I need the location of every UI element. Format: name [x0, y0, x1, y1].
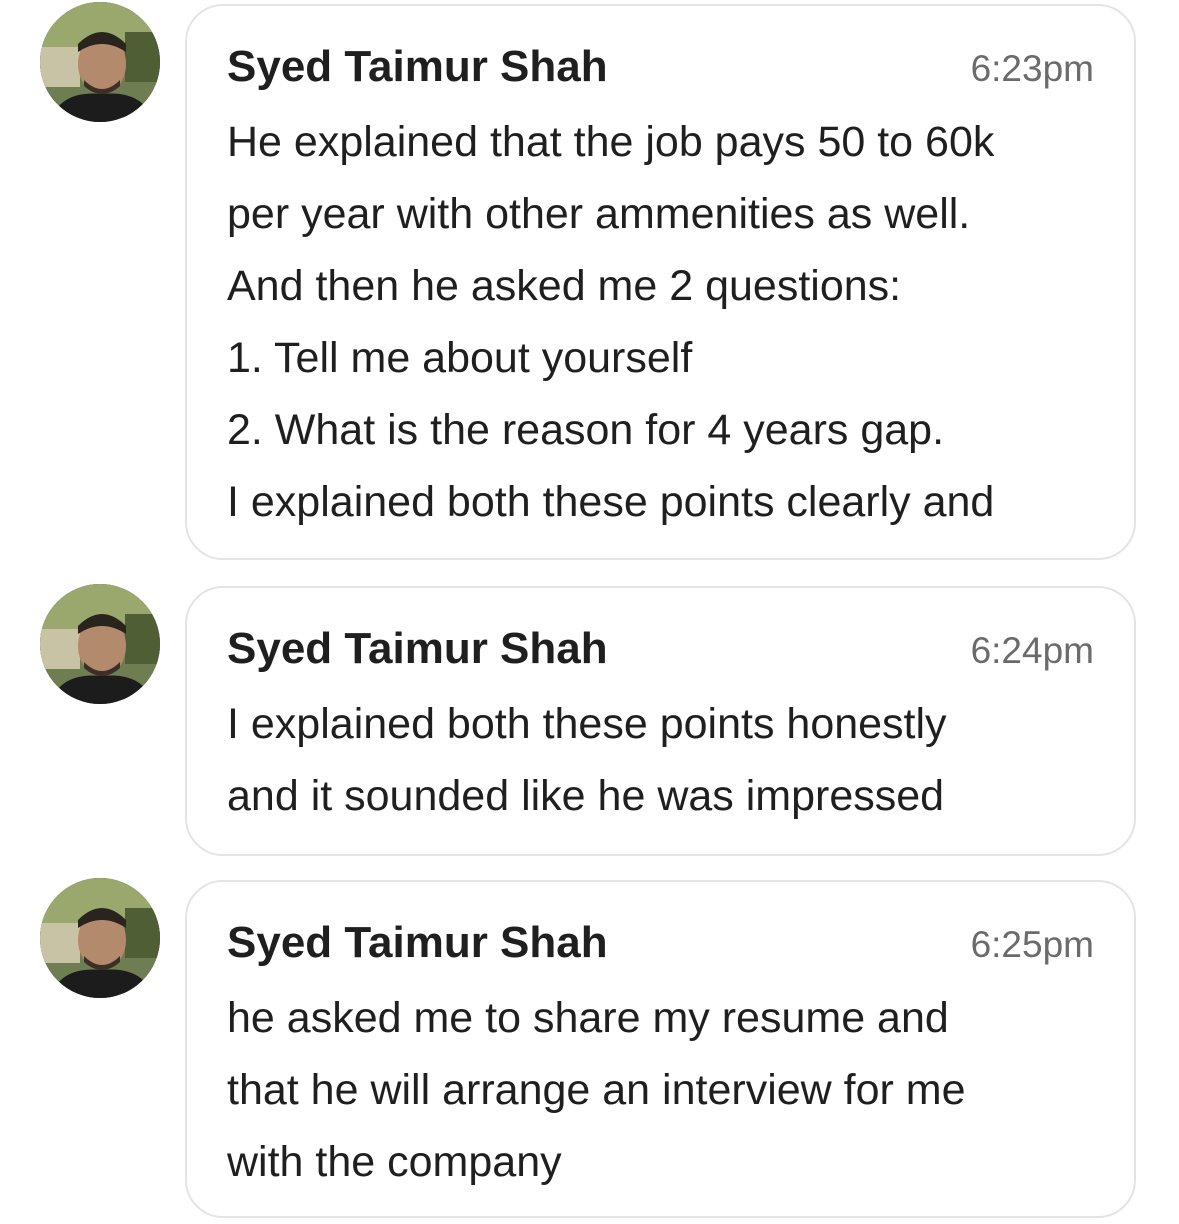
message-text: I explained both these points honestly a…: [227, 688, 1114, 832]
message-line: 2. What is the reason for 4 years gap.: [227, 406, 945, 454]
message-line: he asked me to share my resume and: [227, 994, 949, 1042]
message-line: and it sounded like he was impressed: [227, 772, 945, 820]
message-line: 1. Tell me about yourself: [227, 334, 693, 382]
message-line: And then he asked me 2 questions:: [227, 262, 902, 310]
message-text: He explained that the job pays 50 to 60k…: [227, 106, 1114, 538]
sender-name: Syed Taimur Shah: [227, 42, 608, 91]
message-line: I explained both these points honestly: [227, 700, 947, 748]
sender-name: Syed Taimur Shah: [227, 624, 608, 673]
message-bubble[interactable]: Syed Taimur Shah 6:23pm He explained tha…: [185, 4, 1136, 560]
user-avatar-icon: [40, 2, 160, 122]
message-line: with the company: [227, 1138, 562, 1186]
message-text: he asked me to share my resume and that …: [227, 982, 1114, 1198]
user-avatar-icon: [40, 878, 160, 998]
message-line: I explained both these points clearly an…: [227, 478, 995, 526]
message-line: that he will arrange an interview for me: [227, 1066, 966, 1114]
message-timestamp: 6:25pm: [970, 924, 1094, 965]
message-timestamp: 6:23pm: [970, 48, 1094, 89]
sender-avatar[interactable]: [40, 2, 160, 122]
message-bubble[interactable]: Syed Taimur Shah 6:25pm he asked me to s…: [185, 880, 1136, 1218]
user-avatar-icon: [40, 584, 160, 704]
message-bubble[interactable]: Syed Taimur Shah 6:24pm I explained both…: [185, 586, 1136, 856]
message-line: per year with other ammenities as well.: [227, 190, 971, 238]
message-line: He explained that the job pays 50 to 60k: [227, 118, 995, 166]
sender-avatar[interactable]: [40, 878, 160, 998]
sender-avatar[interactable]: [40, 584, 160, 704]
message-timestamp: 6:24pm: [970, 630, 1094, 671]
sender-name: Syed Taimur Shah: [227, 918, 608, 967]
